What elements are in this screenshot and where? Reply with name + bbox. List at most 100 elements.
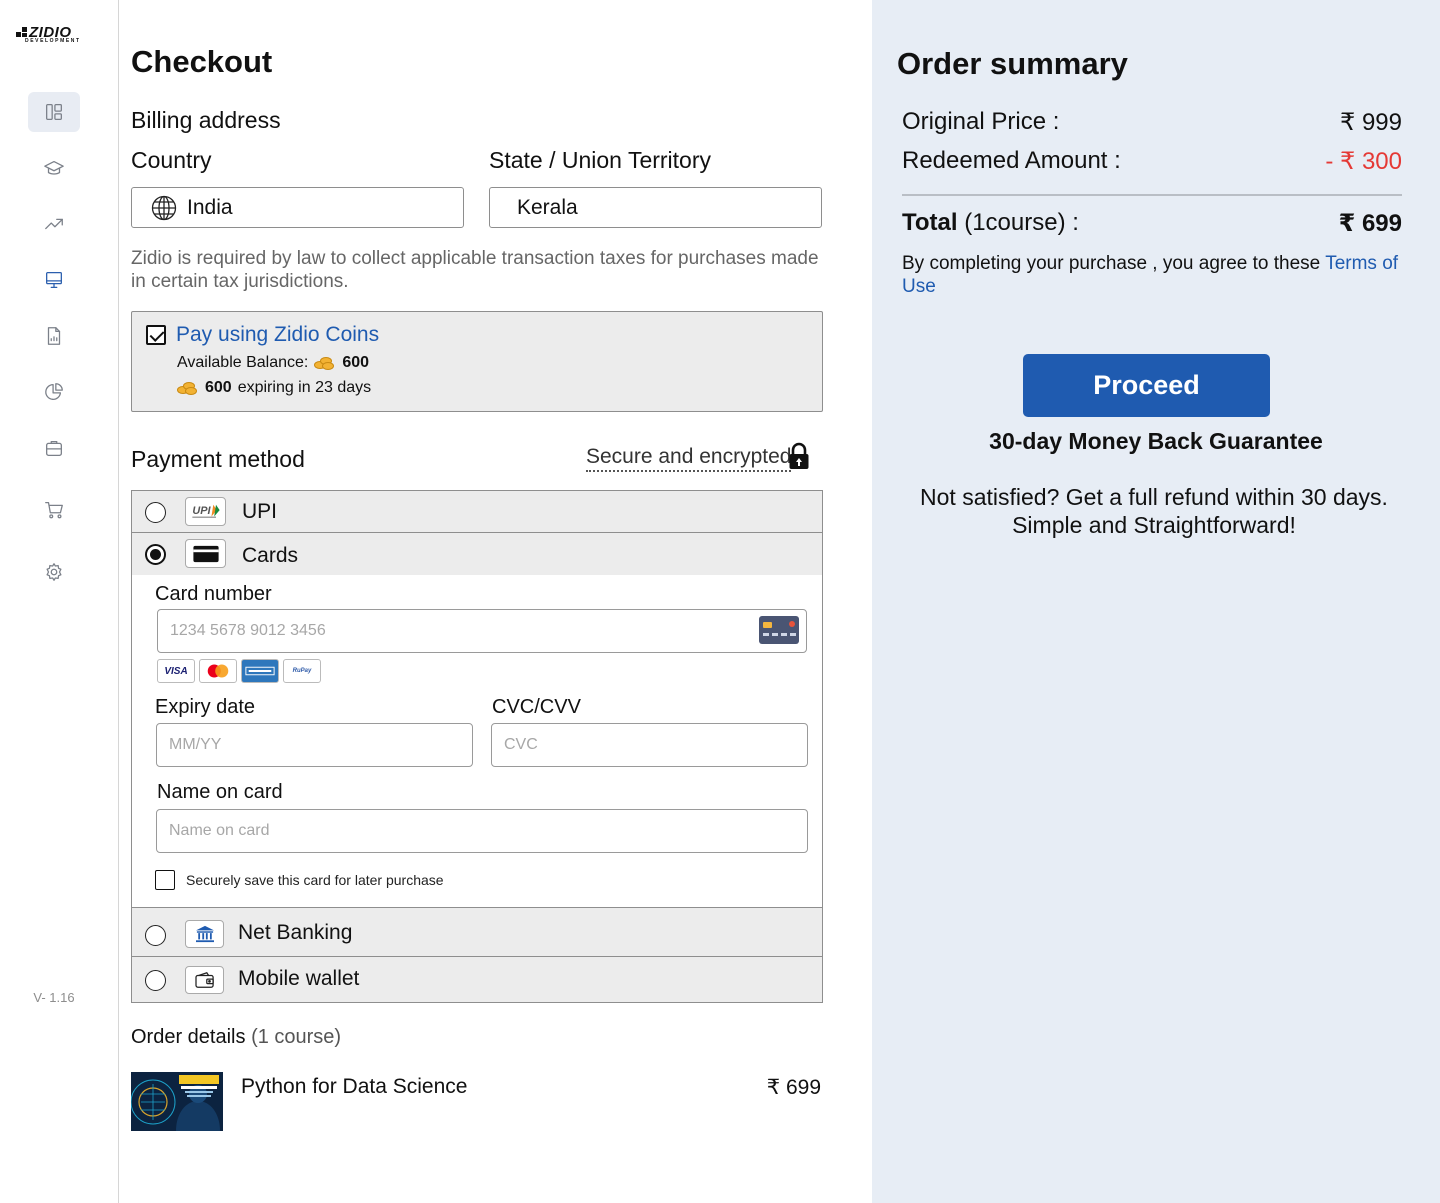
nav-analytics[interactable]: [28, 372, 80, 412]
payment-heading: Payment method: [131, 446, 305, 472]
nav-cart[interactable]: [28, 490, 80, 530]
payment-option-cards[interactable]: Cards: [131, 532, 823, 576]
coin-icon: [177, 381, 199, 395]
order-details-heading: Order details (1 course): [131, 1026, 341, 1049]
shopping-cart-icon: [45, 502, 63, 519]
nav-classroom[interactable]: [28, 260, 80, 300]
billing-heading: Billing address: [131, 107, 281, 133]
guarantee-text: 30-day Money Back Guarantee: [989, 428, 1323, 454]
course-thumbnail[interactable]: [131, 1072, 223, 1131]
amex-icon: [241, 659, 279, 683]
summary-divider: [902, 194, 1402, 196]
credit-card-icon: [185, 539, 226, 568]
redeemed-value: - ₹ 300: [1325, 148, 1402, 175]
upi-radio[interactable]: [145, 502, 166, 523]
pie-chart-icon: [45, 383, 63, 400]
cvc-label: CVC/CVV: [492, 696, 581, 718]
nav-settings[interactable]: [28, 552, 80, 592]
total-label: Total: [902, 209, 958, 236]
app-version: V- 1.16: [33, 990, 75, 1005]
country-label: Country: [131, 147, 212, 173]
save-card-checkbox[interactable]: [155, 870, 175, 890]
name-on-card-label: Name on card: [157, 781, 283, 803]
total-value: ₹ 699: [1338, 210, 1402, 237]
coins-checkbox[interactable]: [146, 325, 166, 345]
graduation-cap-icon: [44, 160, 64, 175]
cards-radio[interactable]: [145, 544, 166, 565]
coins-expiring: 600 expiring in 23 days: [177, 379, 371, 397]
original-price-label: Original Price :: [902, 108, 1060, 135]
wallet-icon: [185, 966, 224, 994]
trending-up-icon: [45, 218, 63, 230]
country-select[interactable]: India: [131, 187, 464, 228]
zidio-coins-panel: Pay using Zidio Coins Available Balance:…: [131, 311, 823, 412]
secure-text[interactable]: Secure and encrypted: [586, 445, 792, 472]
save-card-label: Securely save this card for later purcha…: [186, 872, 444, 888]
agree-text: By completing your purchase , you agree …: [902, 253, 1321, 274]
payment-option-netbanking[interactable]: Net Banking: [131, 907, 823, 957]
globe-icon: [151, 195, 177, 220]
state-value: Kerala: [517, 195, 578, 219]
card-number-label: Card number: [155, 583, 272, 605]
logo-mark-icon: [16, 27, 28, 38]
order-details-count: (1 course): [251, 1026, 342, 1048]
cvc-input[interactable]: [491, 723, 808, 767]
brand-tagline: DEVELOPMENT: [25, 38, 81, 44]
svg-text:UPI: UPI: [192, 504, 211, 516]
refund-line-2: Simple and Straightforward!: [1012, 512, 1296, 538]
nav-jobs[interactable]: [28, 428, 80, 468]
nav-reports[interactable]: [28, 316, 80, 356]
state-select[interactable]: Kerala: [489, 187, 822, 228]
payment-option-upi[interactable]: UPI UPI: [131, 490, 823, 533]
nav-dashboard[interactable]: [28, 92, 80, 132]
proceed-button[interactable]: Proceed: [1023, 354, 1270, 417]
page-title: Checkout: [131, 44, 273, 79]
monitor-icon: [46, 272, 62, 288]
course-name[interactable]: Python for Data Science: [241, 1075, 467, 1099]
order-details-title: Order details: [131, 1026, 246, 1048]
cards-label: Cards: [242, 544, 299, 567]
coins-label[interactable]: Pay using Zidio Coins: [176, 323, 379, 347]
netbanking-radio[interactable]: [145, 925, 166, 946]
state-label: State / Union Territory: [489, 147, 712, 173]
order-summary-panel: Order summary Original Price : ₹ 999 Red…: [872, 0, 1440, 1203]
briefcase-icon: [46, 440, 62, 456]
total-row: Total (1course) : ₹ 699: [902, 209, 1402, 238]
payment-option-wallet[interactable]: Mobile wallet: [131, 956, 823, 1003]
refund-text: Not satisfied? Get a full refund within …: [872, 483, 1436, 539]
tax-notice: Zidio is required by law to collect appl…: [131, 248, 819, 292]
card-number-input[interactable]: [157, 609, 807, 653]
bank-icon: [185, 920, 224, 948]
upi-logo-icon: UPI: [185, 497, 226, 526]
original-price-value: ₹ 999: [1340, 109, 1402, 136]
summary-title: Order summary: [897, 46, 1128, 81]
upi-label: UPI: [242, 500, 278, 523]
original-price-row: Original Price : ₹ 999: [902, 108, 1402, 137]
mastercard-icon: [199, 659, 237, 683]
layout-dashboard-icon: [46, 104, 62, 120]
name-on-card-input[interactable]: [156, 809, 808, 853]
coin-icon: [314, 356, 336, 370]
country-value: India: [187, 195, 233, 219]
nav-progress[interactable]: [28, 204, 80, 244]
expiry-input[interactable]: [156, 723, 473, 767]
lock-icon: [789, 442, 809, 469]
redeemed-label: Redeemed Amount :: [902, 147, 1121, 174]
expiring-text: expiring in 23 days: [237, 379, 372, 396]
wallet-radio[interactable]: [145, 970, 166, 991]
nav-courses[interactable]: [28, 148, 80, 188]
netbanking-label: Net Banking: [238, 921, 353, 944]
sidebar: ZIDIO DEVELOPMENT V- 1.16: [0, 0, 119, 1203]
card-chip-icon: [759, 616, 799, 644]
redeemed-row: Redeemed Amount : - ₹ 300: [902, 147, 1402, 176]
expiring-amount: 600: [205, 379, 232, 396]
expiry-label: Expiry date: [155, 696, 256, 718]
visa-icon: VISA: [157, 659, 195, 683]
course-price: ₹ 699: [766, 1076, 821, 1099]
rupay-icon: RuPay: [283, 659, 321, 683]
brand-logo[interactable]: ZIDIO DEVELOPMENT: [16, 24, 96, 44]
gear-icon: [46, 563, 62, 581]
coins-available: Available Balance: 600: [177, 354, 369, 372]
refund-line-1: Not satisfied? Get a full refund within …: [920, 484, 1388, 510]
terms-notice: By completing your purchase , you agree …: [902, 252, 1412, 298]
